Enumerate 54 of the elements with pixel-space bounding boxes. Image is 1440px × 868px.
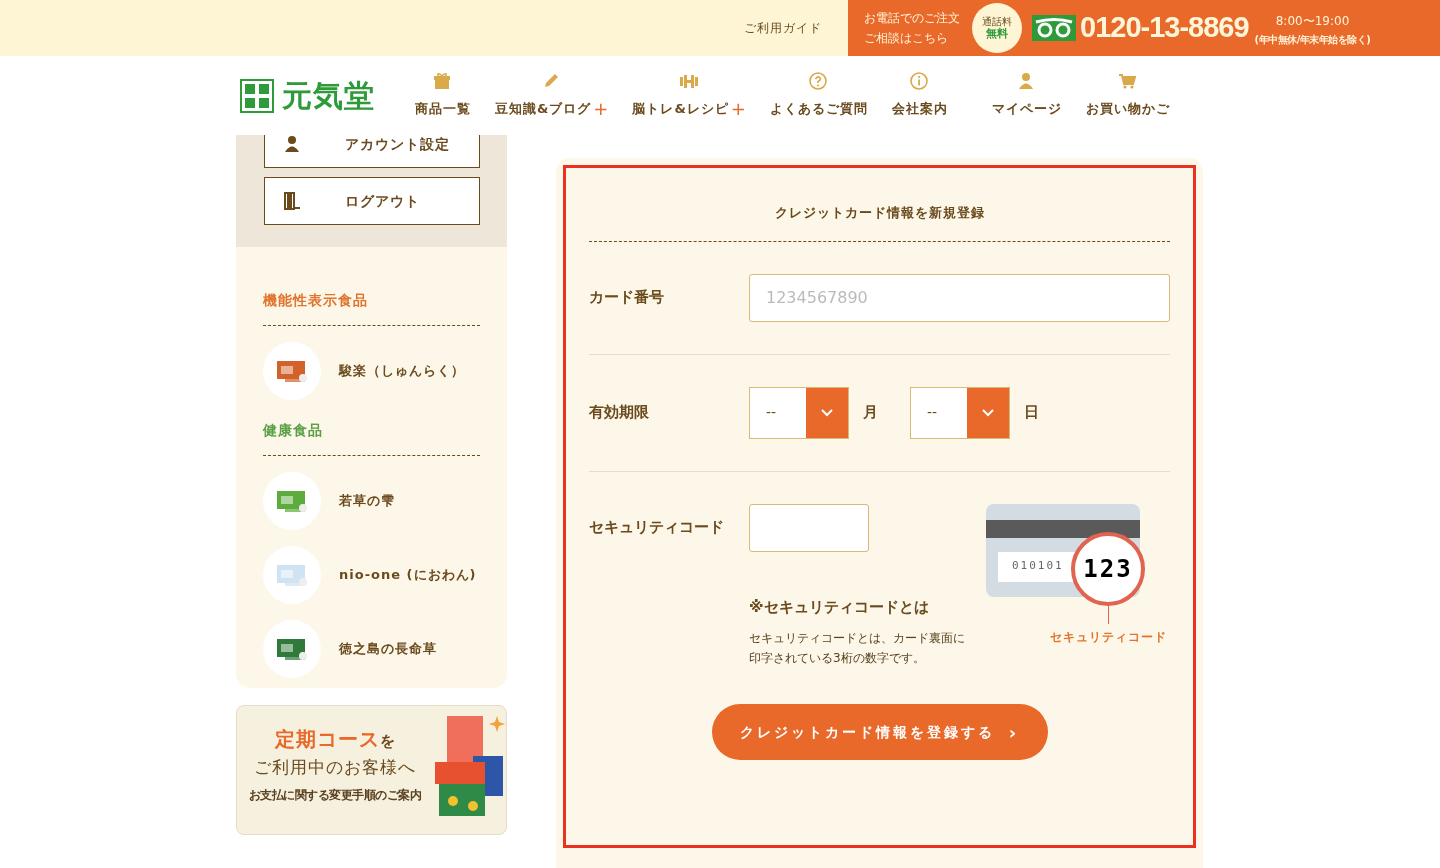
dumbbell-icon bbox=[679, 72, 700, 91]
category-heading: 健康食品 bbox=[263, 420, 480, 456]
banner-note: お支払に関する変更手順のご案内 bbox=[248, 787, 422, 804]
account-button[interactable]: ログアウト bbox=[263, 177, 480, 225]
nav-link[interactable]: マイページ bbox=[991, 99, 1062, 119]
field-label: 有効期限 bbox=[589, 402, 650, 424]
phone-caption: お電話でのご注文 bbox=[864, 10, 960, 27]
person-icon bbox=[282, 135, 301, 153]
logo-icon bbox=[240, 78, 274, 113]
nav-link[interactable]: 商品一覧 bbox=[415, 99, 471, 119]
cart-icon bbox=[1117, 72, 1138, 91]
business-hours: 8:00〜19:00 bbox=[1275, 12, 1350, 30]
expiry-select[interactable]: -- bbox=[910, 386, 1010, 439]
field-label: カード番号 bbox=[589, 287, 665, 309]
info-icon bbox=[909, 72, 930, 91]
card-number-field[interactable]: 1234567890 bbox=[749, 273, 1170, 322]
field-label: セキュリティコード bbox=[589, 516, 725, 538]
product-link[interactable]: 徳之島の長命草 bbox=[339, 639, 437, 659]
expiry-select[interactable]: -- bbox=[749, 386, 849, 439]
product-link[interactable]: 若草の雫 bbox=[339, 491, 395, 511]
card-caption: セキュリティコード bbox=[1050, 628, 1167, 646]
hours-note: (年中無休/年末年始を除く) bbox=[1254, 32, 1371, 47]
question-icon bbox=[808, 72, 829, 91]
note-text: セキュリティコードとは、カード裏面に印字されている3桁の数字です。 bbox=[749, 630, 966, 667]
form-title: クレジットカード情報を新規登録 bbox=[589, 168, 1170, 242]
freedial-icon bbox=[1032, 15, 1076, 41]
unit-label: 日 bbox=[1024, 402, 1039, 424]
gift-icon bbox=[433, 72, 453, 91]
account-button[interactable]: アカウント設定 bbox=[263, 135, 480, 168]
logo-text: 元気堂 bbox=[282, 77, 375, 115]
chevron-down-icon bbox=[821, 408, 833, 417]
category-heading: 機能性表示食品 bbox=[263, 290, 480, 326]
card-digits: 010101 bbox=[1012, 558, 1064, 575]
banner-title: 定期コース を bbox=[274, 726, 396, 753]
leader-line bbox=[1108, 605, 1109, 624]
plus-icon: + bbox=[593, 102, 609, 116]
free-call-badge: 通話料 無料 bbox=[972, 3, 1022, 53]
plus-icon: + bbox=[730, 102, 746, 116]
nav-link[interactable]: よくあるご質問 bbox=[769, 99, 868, 119]
nav-link[interactable]: 会社案内 bbox=[891, 99, 948, 119]
note-heading: ※セキュリティコードとは bbox=[749, 596, 930, 618]
banner-subtitle: ご利用中のお客様へ bbox=[254, 756, 416, 779]
nav-link[interactable]: 豆知識&ブログ bbox=[495, 99, 592, 119]
security-code-field[interactable] bbox=[749, 503, 869, 552]
phone-number: 0120-13-8869 bbox=[1080, 10, 1249, 46]
product-link[interactable]: nio-one (におわん) bbox=[339, 565, 477, 585]
door-icon bbox=[282, 192, 301, 210]
nav-link[interactable]: 脳トレ&レシピ bbox=[632, 99, 729, 119]
guide-link[interactable]: ご利用ガイド bbox=[744, 19, 848, 37]
chevron-down-icon bbox=[982, 408, 994, 417]
product-link[interactable]: 駿楽（しゅんらく） bbox=[339, 361, 465, 381]
nav-link[interactable]: お買い物かご bbox=[1085, 99, 1170, 119]
phone-caption: ご相談はこちら bbox=[864, 30, 949, 47]
unit-label: 月 bbox=[863, 402, 878, 424]
